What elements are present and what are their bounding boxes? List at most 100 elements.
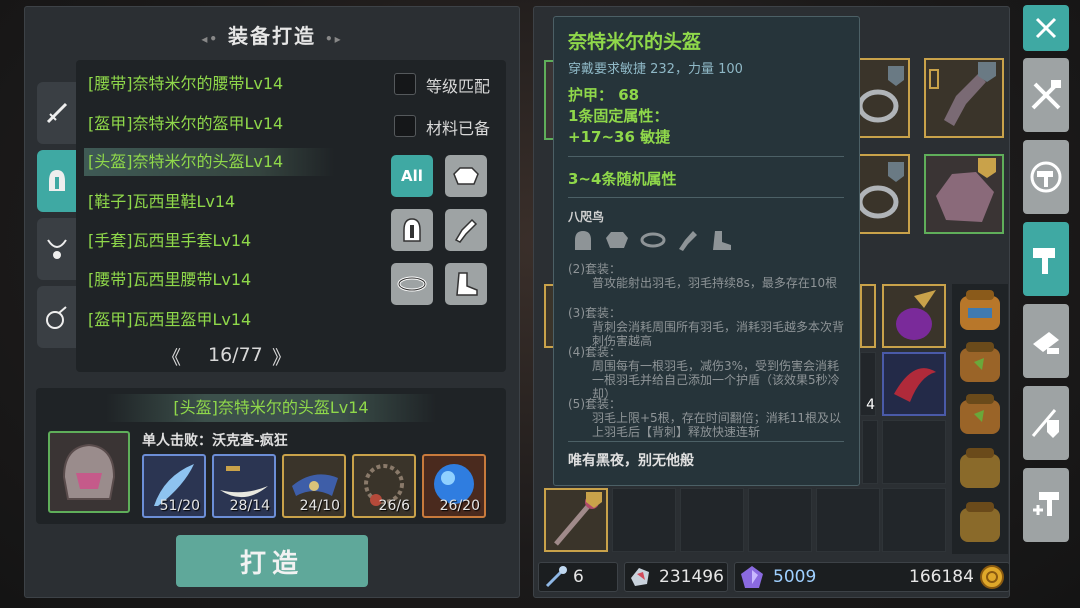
no-hammer-icon [1030, 161, 1062, 193]
key-icon [545, 566, 567, 588]
tooltip-requirement: 穿戴要求敏捷 232，力量 100 [568, 62, 743, 77]
purple-charm-icon [896, 290, 936, 340]
level-match-label: 等级匹配 [426, 77, 491, 96]
nav-enchant-button[interactable] [1023, 386, 1069, 460]
tab-armor[interactable] [37, 150, 77, 212]
shards-display: 231496 [624, 562, 728, 592]
bag-slot[interactable] [954, 498, 1006, 546]
forge-button[interactable]: 打造 [176, 535, 368, 587]
list-item[interactable]: [腰带]瓦西里腰带Lv14 [88, 266, 251, 294]
tooltip-random-attr: 3~4条随机属性 [568, 170, 677, 188]
set-bonus-2-text: 普攻能射出羽毛，羽毛持续8s，最多存在10根 [592, 276, 838, 290]
material-slot[interactable]: 26/6 [352, 454, 416, 518]
backpack-icon [960, 394, 1000, 434]
selected-recipe-name: [头盔]奈特米尔的头盔Lv14 [106, 394, 436, 422]
sword-icon [46, 102, 68, 124]
material-slot[interactable]: 24/10 [282, 454, 346, 518]
filter-belt-button[interactable] [391, 263, 433, 305]
equip-slot[interactable] [924, 154, 1004, 234]
gems-count: 5009 [773, 567, 817, 587]
list-item[interactable]: [盔甲]瓦西里盔甲Lv14 [88, 306, 251, 334]
nav-upgrade-button[interactable] [1023, 468, 1069, 542]
level-match-checkbox[interactable] [394, 73, 416, 95]
inventory-slot[interactable] [862, 420, 878, 484]
equip-slot[interactable] [924, 58, 1004, 138]
divider [568, 156, 844, 157]
inventory-slot[interactable] [816, 488, 880, 552]
tab-potion[interactable] [37, 286, 77, 348]
equip-slot[interactable] [856, 58, 910, 138]
inventory-slot[interactable] [680, 488, 744, 552]
tab-jewelry[interactable] [37, 218, 77, 280]
material-slot[interactable]: 26/20 [422, 454, 486, 518]
helmet-icon [403, 218, 421, 242]
close-button[interactable] [1023, 5, 1069, 51]
inventory-slot[interactable] [882, 284, 946, 348]
filter-glove-button[interactable] [445, 209, 487, 251]
filter-shoulder-button[interactable] [445, 155, 487, 197]
inventory-slot[interactable] [748, 488, 812, 552]
inventory-slot[interactable] [882, 352, 946, 416]
backpack-icon [960, 290, 1000, 330]
nav-build-button[interactable] [1023, 304, 1069, 378]
set-bonus-4-text: 周围每有一根羽毛，减伤3%，受到伤害会消耗一根羽毛并给自己添加一个护盾（该效果5… [592, 359, 840, 401]
filter-all-button[interactable]: All [391, 155, 433, 197]
currency-display: 5009 166184 [734, 562, 1010, 592]
glove-item-icon [929, 62, 996, 126]
inventory-slot[interactable] [882, 420, 946, 484]
inventory-slot[interactable]: 4 [860, 352, 876, 416]
material-slot[interactable]: 28/14 [212, 454, 276, 518]
bag-slot[interactable] [954, 286, 1006, 334]
potion-icon [46, 306, 67, 329]
inventory-slot[interactable] [544, 488, 608, 552]
material-count: 26/6 [378, 498, 410, 514]
equip-slot[interactable] [856, 154, 910, 234]
materials-ready-checkbox[interactable] [394, 115, 416, 137]
list-item-selected[interactable]: [头盔]奈特米尔的头盔Lv14 [84, 148, 334, 176]
list-item[interactable]: [盔甲]奈特米尔的盔甲Lv14 [88, 110, 283, 138]
next-page-button[interactable]: 》 [272, 343, 291, 370]
crossed-hammers-icon [1031, 80, 1061, 110]
inventory-slot[interactable] [882, 488, 946, 552]
keys-display: 6 [538, 562, 618, 592]
nav-salvage-button[interactable] [1023, 58, 1069, 132]
helmet-item-icon [62, 443, 116, 500]
list-item[interactable]: [腰带]奈特米尔的腰带Lv14 [88, 70, 283, 98]
set-bonus-2-label: (2)套装： [568, 262, 621, 276]
nav-disable-button[interactable] [1023, 140, 1069, 214]
inventory-slot[interactable] [860, 284, 876, 348]
forge-title: ◂• 装备打造 •▸ [201, 24, 343, 48]
filter-helmet-button[interactable] [391, 209, 433, 251]
set-bonus-5-text: 羽毛上限+5根，存在时间翻倍；消耗11根及以上羽毛后【背刺】释放快速连斩 [592, 411, 841, 439]
page-indicator: 16/77 [208, 344, 263, 366]
bag-slot[interactable] [954, 338, 1006, 386]
material-count: 26/20 [439, 498, 480, 514]
keys-count: 6 [573, 567, 584, 587]
list-item[interactable]: [鞋子]瓦西里鞋Lv14 [88, 188, 235, 216]
inventory-slot[interactable] [612, 488, 676, 552]
set-bonus-3-label: (3)套装： [568, 306, 621, 320]
list-item[interactable]: [手套]瓦西里手套Lv14 [88, 227, 251, 255]
nav-forge-button[interactable] [1023, 222, 1069, 296]
bag-slot[interactable] [954, 390, 1006, 438]
tooltip-flavor-text: 唯有黑夜，别无他般 [568, 453, 694, 469]
tooltip-fixed-label: 1条固定属性： [568, 107, 669, 125]
armor-item-icon [936, 158, 996, 222]
prev-page-button[interactable]: 《 [162, 343, 181, 370]
set-bonus-4-label: (4)套装： [568, 345, 621, 359]
hammer-plus-icon [1033, 492, 1059, 516]
result-item-slot[interactable] [48, 431, 130, 513]
material-slot[interactable]: 51/20 [142, 454, 206, 518]
set-bonus-3-text: 背刺会消耗周围所有羽毛，消耗羽毛越多本次背刺伤害越高 [592, 320, 845, 348]
divider [568, 197, 844, 198]
backpack-icon [960, 342, 1000, 382]
item-count: 4 [866, 397, 875, 413]
tab-weapon[interactable] [37, 82, 77, 144]
boots-icon [456, 272, 478, 296]
shoulder-armor-icon [453, 167, 479, 185]
bag-slot[interactable] [954, 444, 1006, 492]
belt-icon [640, 232, 666, 248]
materials-ready-label: 材料已备 [426, 119, 491, 138]
filter-boots-button[interactable] [445, 263, 487, 305]
backpack-icon [960, 448, 1000, 488]
